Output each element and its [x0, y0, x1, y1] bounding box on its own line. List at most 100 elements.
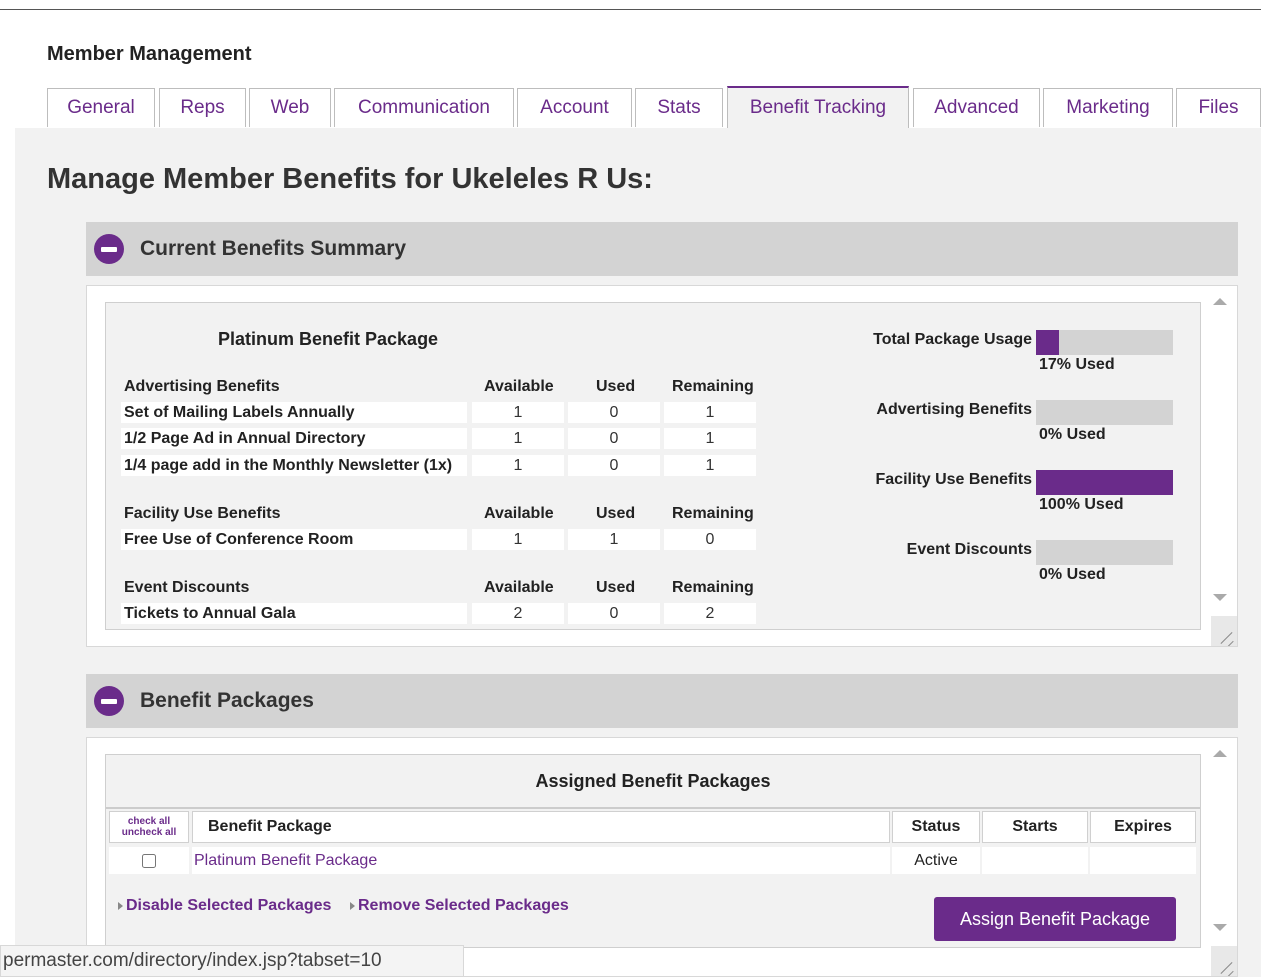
packages-panel-header[interactable]: Benefit Packages — [86, 674, 1238, 728]
usage-label-events: Event Discounts — [906, 541, 1032, 558]
col-remaining: Remaining — [672, 579, 754, 596]
package-row-checkbox[interactable] — [142, 853, 156, 868]
usage-text-total: 17% Used — [1039, 356, 1115, 373]
col-remaining: Remaining — [672, 505, 754, 522]
collapse-icon[interactable] — [94, 234, 124, 264]
tab-general[interactable]: General — [47, 88, 155, 127]
resize-grip-icon[interactable] — [1211, 946, 1237, 976]
usage-label-advertising: Advertising Benefits — [876, 401, 1032, 418]
tab-content: Manage Member Benefits for Ukeleles R Us… — [15, 128, 1261, 977]
disable-selected-label: Disable Selected Packages — [126, 897, 332, 914]
group-name: Event Discounts — [124, 579, 250, 596]
usage-bar-fill — [1036, 330, 1060, 355]
tab-files[interactable]: Files — [1176, 88, 1261, 127]
triangle-right-icon — [118, 901, 123, 910]
usage-bar-total — [1036, 330, 1173, 355]
available-value: 1 — [472, 428, 564, 449]
remaining-value: 0 — [664, 529, 756, 550]
packages-panel-body: Assigned Benefit Packages check all unch… — [86, 737, 1238, 977]
package-starts — [982, 847, 1088, 874]
resize-grip-icon[interactable] — [1211, 616, 1237, 646]
packages-panel-title: Benefit Packages — [140, 689, 314, 712]
col-header-expires: Expires — [1090, 811, 1196, 843]
package-expires — [1090, 847, 1196, 874]
col-header-package: Benefit Package — [192, 811, 890, 843]
tab-web[interactable]: Web — [249, 88, 331, 127]
remove-selected-link[interactable]: Remove Selected Packages — [350, 897, 569, 915]
scroll-up-arrow-icon[interactable] — [1213, 750, 1227, 757]
benefit-name: Set of Mailing Labels Annually — [121, 402, 467, 423]
col-available: Available — [484, 579, 554, 596]
group-name: Facility Use Benefits — [124, 505, 281, 522]
usage-text-advertising: 0% Used — [1039, 426, 1106, 443]
tab-stats[interactable]: Stats — [635, 88, 723, 127]
used-value: 0 — [568, 402, 660, 423]
summary-panel-header[interactable]: Current Benefits Summary — [86, 222, 1238, 276]
section-title: Member Management — [47, 43, 252, 65]
col-remaining: Remaining — [672, 378, 754, 395]
tab-marketing[interactable]: Marketing — [1043, 88, 1173, 127]
status-bar-url: permaster.com/directory/index.jsp?tabset… — [0, 945, 464, 977]
tab-benefit-tracking[interactable]: Benefit Tracking — [727, 86, 909, 128]
remaining-value: 1 — [664, 402, 756, 423]
col-header-starts: Starts — [982, 811, 1088, 843]
package-title: Platinum Benefit Package — [218, 329, 439, 349]
usage-text-events: 0% Used — [1039, 566, 1106, 583]
package-name-link[interactable]: Platinum Benefit Package — [192, 847, 890, 874]
collapse-icon[interactable] — [94, 686, 124, 716]
row-checkbox-cell — [109, 847, 189, 874]
scroll-down-arrow-icon[interactable] — [1213, 594, 1227, 601]
available-value: 1 — [472, 455, 564, 476]
col-used: Used — [596, 579, 636, 596]
usage-bar-events — [1036, 540, 1173, 565]
usage-bar-facility — [1036, 470, 1173, 495]
triangle-right-icon — [350, 901, 355, 910]
package-status: Active — [892, 847, 980, 874]
remaining-value: 2 — [664, 603, 756, 624]
available-value: 1 — [472, 529, 564, 550]
tab-account[interactable]: Account — [517, 88, 632, 127]
scroll-down-arrow-icon[interactable] — [1213, 924, 1227, 931]
usage-bar-fill — [1036, 470, 1173, 495]
used-value: 0 — [568, 455, 660, 476]
usage-label-facility: Facility Use Benefits — [875, 471, 1033, 488]
used-value: 1 — [568, 529, 660, 550]
col-used: Used — [596, 378, 636, 395]
summary-panel-body: Platinum Benefit Package Advertising Ben… — [86, 285, 1238, 647]
summary-panel-title: Current Benefits Summary — [140, 237, 407, 260]
assigned-packages-title: Assigned Benefit Packages — [106, 755, 1200, 809]
usage-bar-advertising — [1036, 400, 1173, 425]
assign-benefit-package-button[interactable]: Assign Benefit Package — [934, 897, 1176, 941]
group-name: Advertising Benefits — [124, 378, 280, 395]
page-heading: Manage Member Benefits for Ukeleles R Us… — [47, 163, 653, 195]
remove-selected-label: Remove Selected Packages — [358, 897, 569, 914]
benefit-name: 1/4 page add in the Monthly Newsletter (… — [121, 455, 467, 476]
col-available: Available — [484, 505, 554, 522]
remaining-value: 1 — [664, 455, 756, 476]
col-available: Available — [484, 378, 554, 395]
disable-selected-link[interactable]: Disable Selected Packages — [118, 897, 331, 915]
usage-text-facility: 100% Used — [1039, 496, 1124, 513]
check-all-header: check all uncheck all — [109, 811, 189, 843]
col-used: Used — [596, 505, 636, 522]
tab-reps[interactable]: Reps — [159, 88, 246, 127]
available-value: 2 — [472, 603, 564, 624]
tab-communication[interactable]: Communication — [334, 88, 514, 127]
uncheck-all-link[interactable]: uncheck all — [122, 827, 176, 838]
available-value: 1 — [472, 402, 564, 423]
remaining-value: 1 — [664, 428, 756, 449]
tab-advanced[interactable]: Advanced — [913, 88, 1040, 127]
used-value: 0 — [568, 603, 660, 624]
benefit-name: Free Use of Conference Room — [121, 529, 467, 550]
benefits-summary-box: Platinum Benefit Package Advertising Ben… — [105, 302, 1201, 630]
benefit-name: 1/2 Page Ad in Annual Directory — [121, 428, 467, 449]
used-value: 0 — [568, 428, 660, 449]
assigned-packages-box: Assigned Benefit Packages check all unch… — [105, 754, 1201, 948]
check-all-link[interactable]: check all — [128, 816, 170, 827]
col-header-status: Status — [892, 811, 980, 843]
scroll-up-arrow-icon[interactable] — [1213, 298, 1227, 305]
usage-label-total: Total Package Usage — [873, 331, 1032, 348]
benefit-name: Tickets to Annual Gala — [121, 603, 467, 624]
tab-bar: General Reps Web Communication Account S… — [47, 86, 1261, 128]
top-divider — [0, 9, 1261, 10]
